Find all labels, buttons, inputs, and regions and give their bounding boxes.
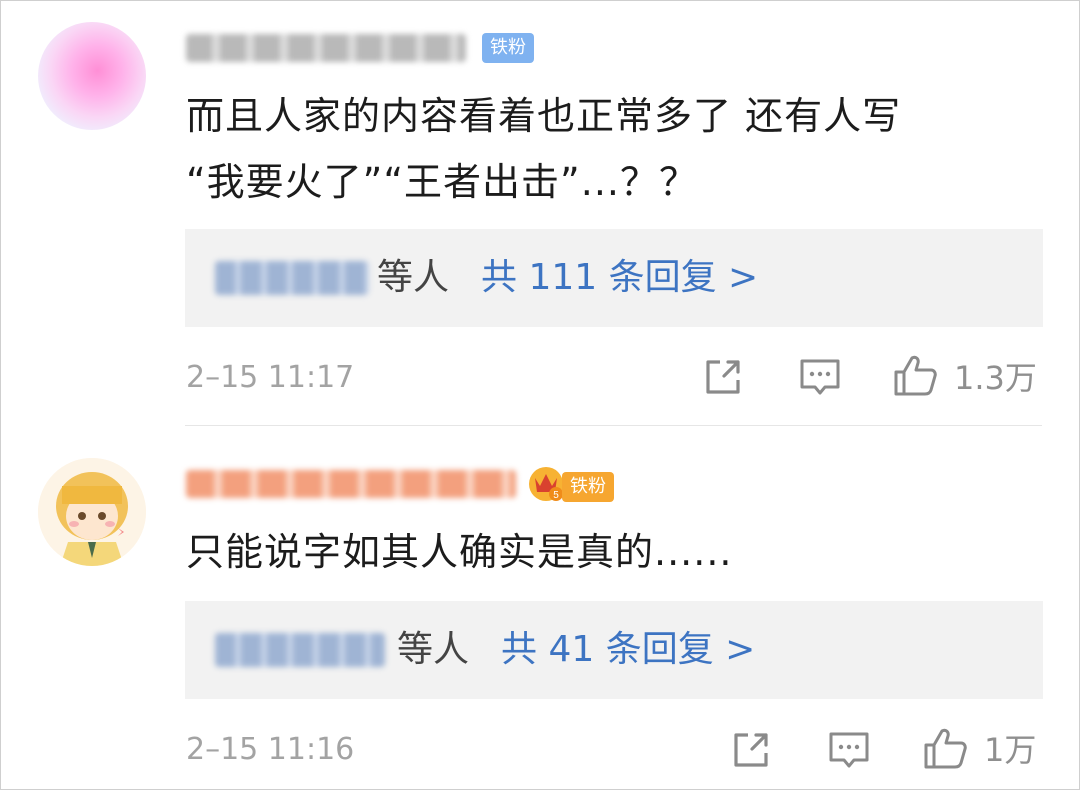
- avatar-image: [38, 458, 146, 566]
- reply-suffix: 等人: [377, 257, 450, 298]
- share-icon[interactable]: [700, 354, 746, 400]
- like-count: 1万: [984, 731, 1037, 769]
- comment-timestamp: 2–15 11:17: [186, 360, 355, 395]
- avatar[interactable]: [38, 22, 146, 130]
- comment-text-line: “我要火了”“王者出击”...？？: [186, 160, 698, 204]
- comment-timestamp: 2–15 11:16: [186, 732, 355, 767]
- comment-icon[interactable]: [797, 354, 843, 400]
- like-icon[interactable]: [922, 725, 968, 771]
- reply-count-link[interactable]: 共 41 条回复 >: [501, 623, 755, 677]
- reply-usernames-blurred: [215, 261, 369, 295]
- comment-item: 铁粉 而且人家的内容看着也正常多了 还有人写 “我要火了”“王者出击”...？？…: [0, 0, 1080, 425]
- like-icon[interactable]: [892, 352, 938, 398]
- share-icon[interactable]: [728, 727, 774, 773]
- reply-count-link[interactable]: 共 111 条回复 >: [481, 251, 758, 305]
- reply-summary[interactable]: 等人 共 41 条回复 >: [185, 601, 1043, 699]
- reply-suffix: 等人: [397, 629, 470, 670]
- fan-badge: 铁粉: [482, 33, 534, 63]
- divider: [185, 425, 1042, 426]
- reply-usernames-blurred: [215, 633, 385, 667]
- comment-text-line: 只能说字如其人确实是真的......: [186, 530, 733, 574]
- comment-icon[interactable]: [826, 727, 872, 773]
- username-blurred[interactable]: [186, 470, 516, 498]
- comment-text-line: 而且人家的内容看着也正常多了 还有人写: [186, 94, 902, 138]
- like-count: 1.3万: [954, 359, 1037, 397]
- username-blurred[interactable]: [186, 34, 466, 62]
- avatar[interactable]: [38, 458, 146, 566]
- crown-icon: 5: [529, 467, 563, 501]
- svg-text:5: 5: [553, 490, 559, 501]
- fan-badge: 铁粉: [562, 472, 614, 502]
- reply-summary[interactable]: 等人 共 111 条回复 >: [185, 229, 1043, 327]
